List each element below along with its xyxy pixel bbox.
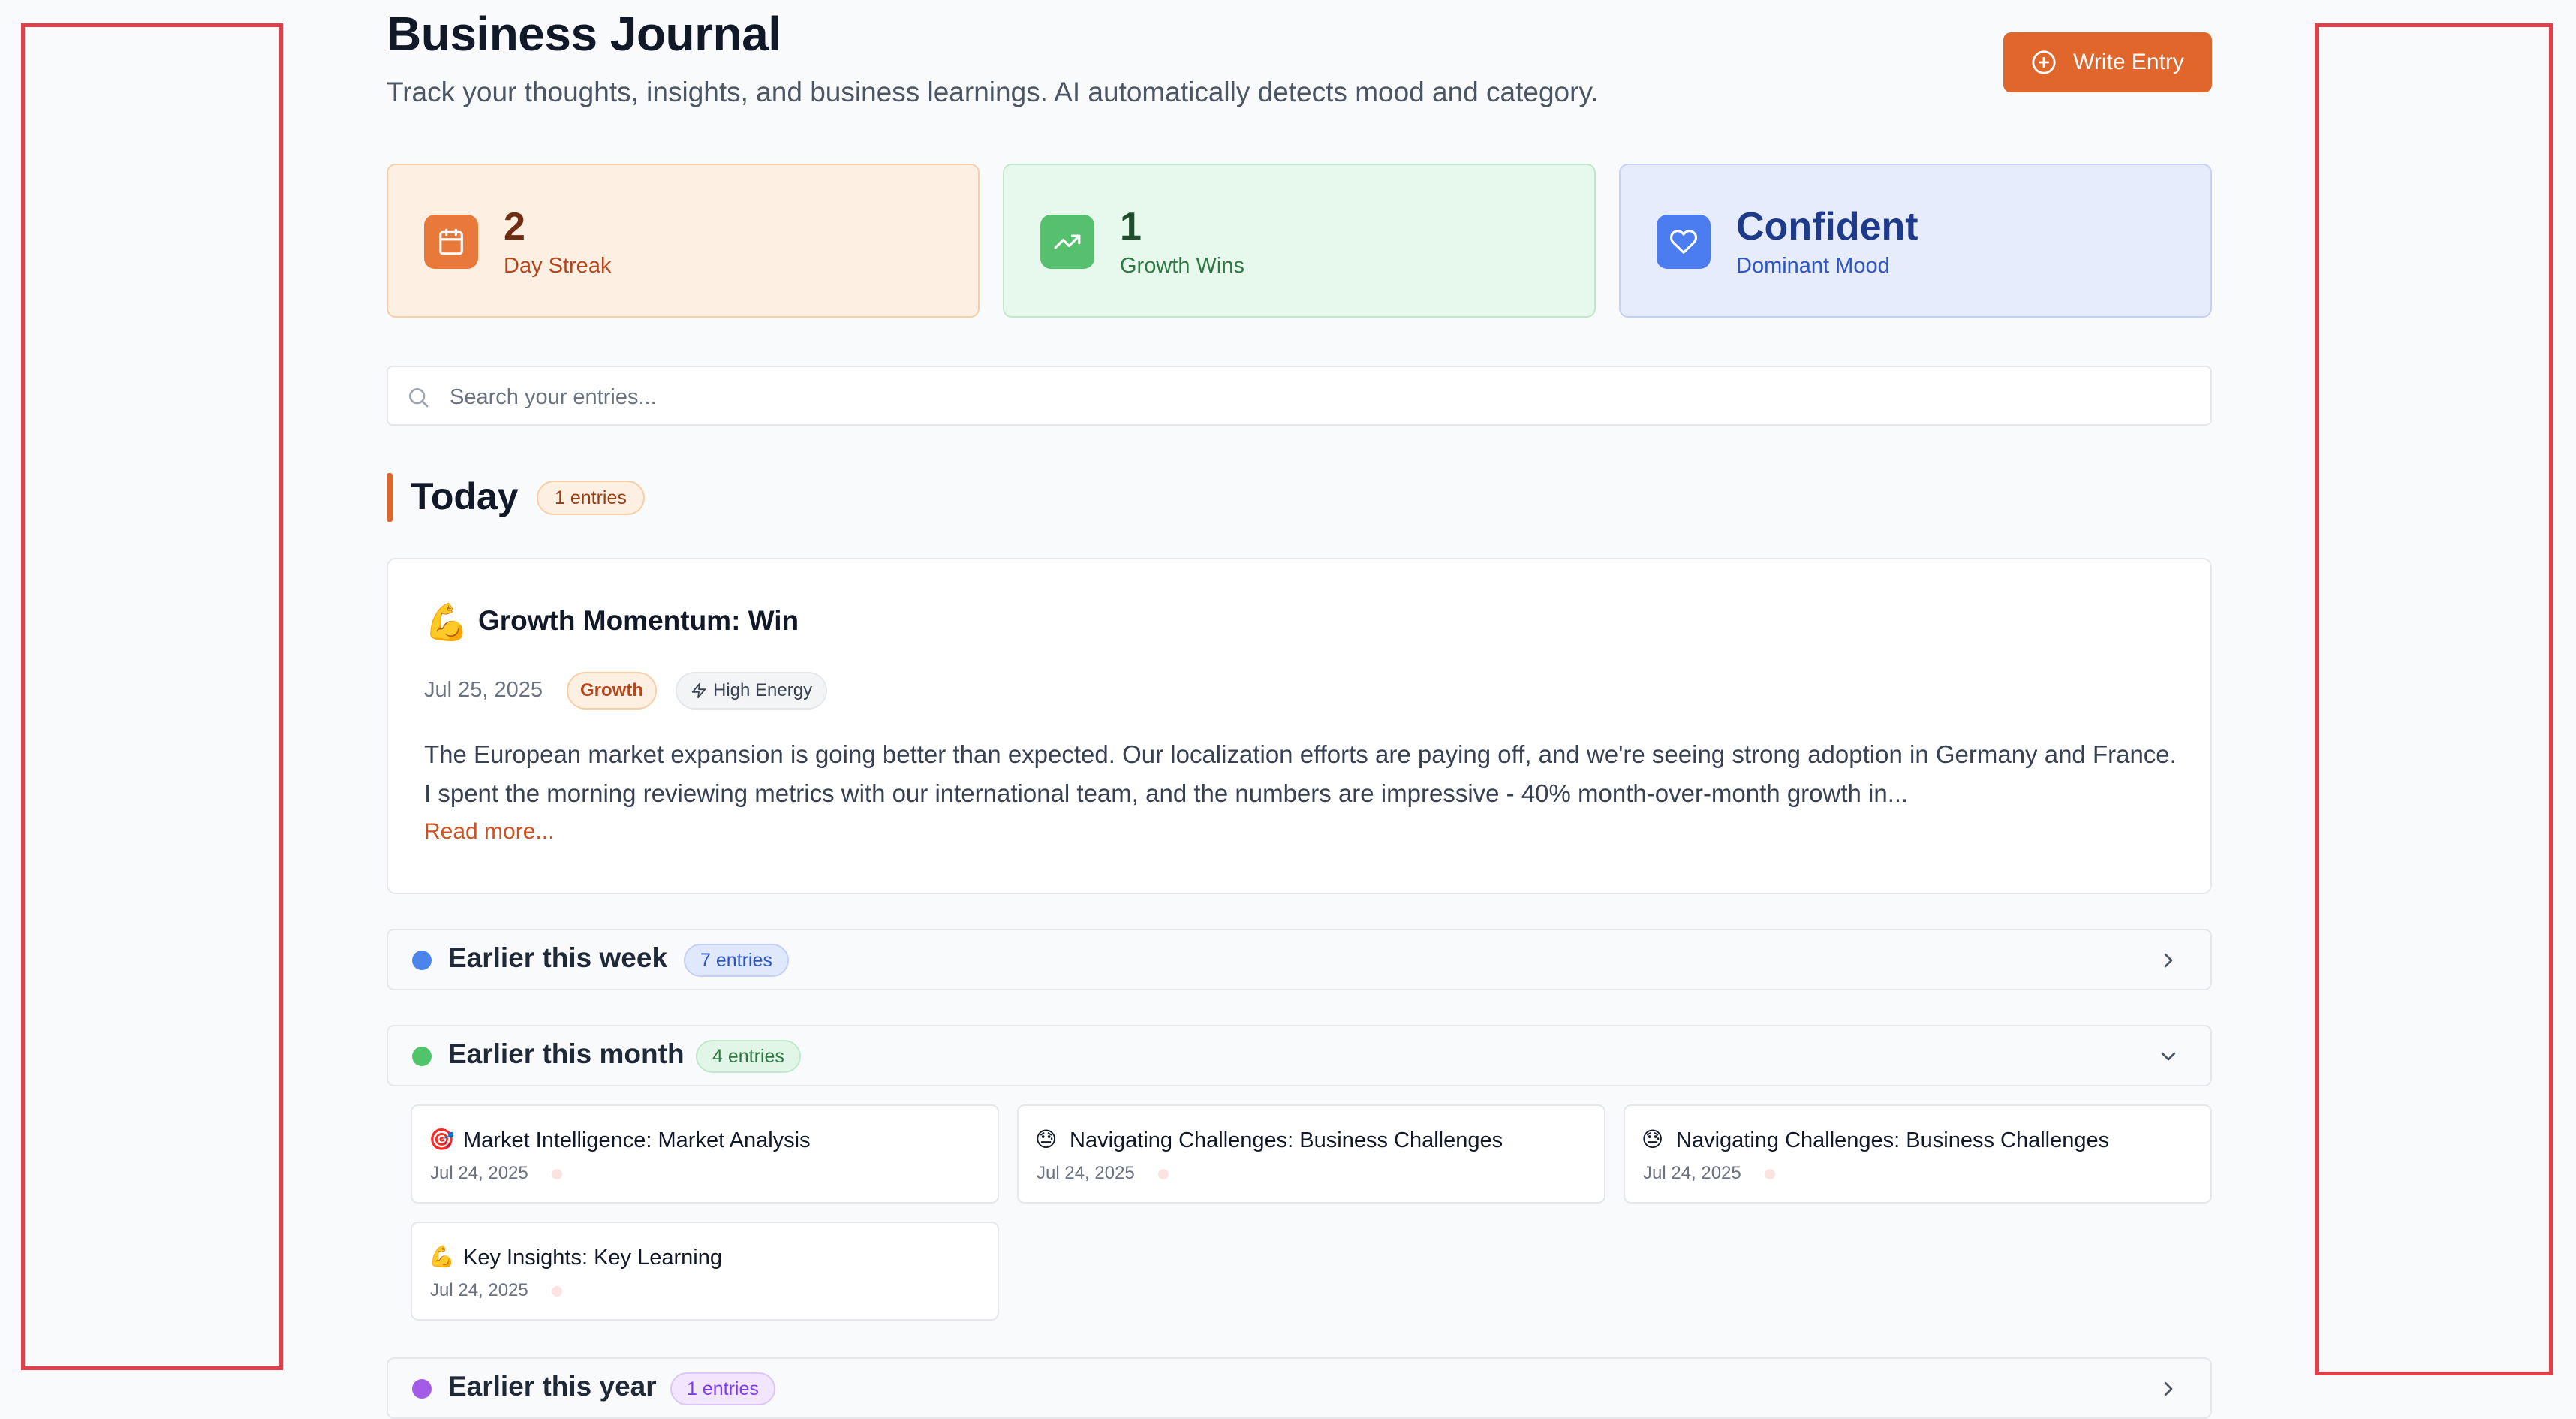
group-count-badge: 7 entries (684, 944, 789, 977)
energy-tag: High Energy (676, 672, 828, 710)
entry-card-title: Navigating Challenges: Business Challeng… (1070, 1128, 1503, 1152)
mood-dot (1158, 1169, 1169, 1179)
write-entry-label: Write Entry (2073, 50, 2184, 74)
target-icon: 🎯 (429, 1128, 455, 1151)
category-tag: Growth (567, 672, 657, 710)
trending-up-icon (1040, 215, 1094, 269)
section-title-today: Today (411, 475, 519, 517)
mood-dot (552, 1169, 562, 1179)
flexed-biceps-icon: 💪 (424, 603, 469, 643)
heart-icon (1657, 215, 1711, 269)
flexed-biceps-icon: 💪 (429, 1245, 455, 1268)
chevron-down-icon (2161, 1052, 2176, 1061)
sweat-face-icon: 😓 (1035, 1128, 1058, 1151)
lightning-icon (691, 682, 706, 699)
group-earlier-this-month[interactable]: Earlier this month 4 entries (387, 1025, 2212, 1086)
page-title: Business Journal (387, 7, 781, 61)
entry-card-title: Market Intelligence: Market Analysis (463, 1128, 811, 1152)
entries-count-badge: 1 entries (537, 481, 645, 515)
mood-dot (552, 1286, 562, 1297)
group-earlier-this-week[interactable]: Earlier this week 7 entries (387, 929, 2212, 990)
read-more-link[interactable]: Read more... (424, 819, 554, 845)
annotation-box-right (2315, 23, 2553, 1375)
mood-dot (1765, 1169, 1775, 1179)
stat-value: Confident (1736, 205, 1918, 249)
entry-card-title: Key Insights: Key Learning (463, 1246, 722, 1270)
journal-entry-card[interactable]: 💪 Growth Momentum: Win Jul 25, 2025 Grow… (387, 558, 2212, 894)
entry-card[interactable]: 💪 Key Insights: Key Learning Jul 24, 202… (411, 1222, 999, 1321)
group-count-badge: 1 entries (670, 1372, 775, 1405)
entry-card[interactable]: 😓 Navigating Challenges: Business Challe… (1017, 1104, 1605, 1204)
entry-date: Jul 25, 2025 (424, 678, 543, 702)
chevron-right-icon (2164, 1381, 2173, 1396)
stat-card-streak: 2 Day Streak (387, 164, 980, 318)
today-accent-bar (387, 473, 393, 522)
annotation-box-left (21, 23, 283, 1370)
stat-value: 2 (504, 205, 525, 249)
group-title: Earlier this week (448, 942, 668, 973)
sweat-face-icon: 😓 (1642, 1128, 1664, 1151)
entry-excerpt: The European market expansion is going b… (424, 740, 2177, 807)
energy-label: High Energy (713, 680, 813, 700)
write-entry-button[interactable]: Write Entry (2003, 32, 2212, 92)
plus-circle-icon (2032, 50, 2056, 74)
entry-card-title: Navigating Challenges: Business Challeng… (1676, 1128, 2110, 1152)
group-dot (412, 951, 432, 970)
entry-card-date: Jul 24, 2025 (1037, 1163, 1135, 1183)
stat-card-mood: Confident Dominant Mood (1619, 164, 2212, 318)
search-input[interactable] (448, 376, 2177, 418)
group-dot (412, 1379, 432, 1399)
entry-title: Growth Momentum: Win (478, 605, 799, 636)
chevron-right-icon (2164, 953, 2173, 968)
group-dot (412, 1047, 432, 1066)
entry-card[interactable]: 🎯 Market Intelligence: Market Analysis J… (411, 1104, 999, 1204)
entry-card[interactable]: 😓 Navigating Challenges: Business Challe… (1624, 1104, 2212, 1204)
group-count-badge: 4 entries (696, 1040, 801, 1073)
entry-card-date: Jul 24, 2025 (430, 1163, 528, 1183)
group-title: Earlier this month (448, 1038, 685, 1069)
search-bar (387, 366, 2212, 426)
stat-card-growth-wins: 1 Growth Wins (1003, 164, 1596, 318)
search-icon (409, 388, 429, 408)
calendar-icon (424, 215, 478, 269)
stat-label: Dominant Mood (1736, 254, 1890, 278)
entry-card-date: Jul 24, 2025 (1643, 1163, 1741, 1183)
stat-value: 1 (1120, 205, 1142, 249)
stat-label: Growth Wins (1120, 254, 1244, 278)
group-earlier-this-year[interactable]: Earlier this year 1 entries (387, 1357, 2212, 1419)
stat-label: Day Streak (504, 254, 612, 278)
page-subtitle: Track your thoughts, insights, and busin… (387, 77, 1599, 107)
entry-card-date: Jul 24, 2025 (430, 1280, 528, 1300)
